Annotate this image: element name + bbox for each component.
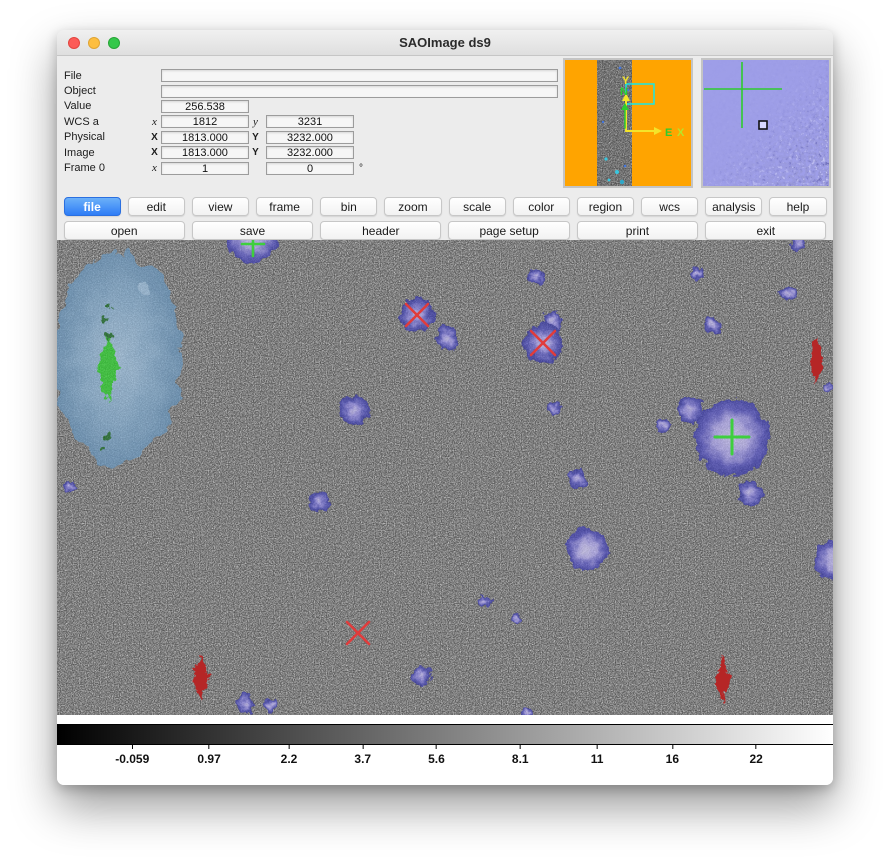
colorbar-tick: 16 (666, 745, 679, 766)
colorbar-gradient[interactable] (57, 724, 833, 745)
physical-x-field[interactable]: 1813.000 (161, 131, 249, 144)
maximize-button[interactable] (108, 37, 120, 49)
svg-text:N: N (620, 86, 628, 98)
colorbar-tick: 2.2 (281, 745, 298, 766)
noise-overlay (57, 240, 833, 715)
page-setup-button[interactable]: page setup (448, 221, 569, 240)
svg-text:X: X (677, 127, 685, 139)
menu-region[interactable]: region (577, 197, 634, 216)
colorbar-tick: 8.1 (512, 745, 529, 766)
frame-label: Frame 0 (60, 162, 148, 174)
wcs-label: WCS a (60, 116, 148, 128)
open-button[interactable]: open (64, 221, 185, 240)
header-button[interactable]: header (320, 221, 441, 240)
minimize-button[interactable] (88, 37, 100, 49)
svg-text:E: E (665, 127, 672, 139)
menu-file[interactable]: file (64, 197, 121, 216)
menu-view[interactable]: view (192, 197, 249, 216)
value-field[interactable]: 256.538 (161, 100, 249, 113)
value-label: Value (60, 100, 148, 112)
print-button[interactable]: print (577, 221, 698, 240)
magnifier-view[interactable] (703, 60, 829, 186)
menu-help[interactable]: help (769, 197, 826, 216)
menu-analysis[interactable]: analysis (705, 197, 762, 216)
info-panel: File Object Value 256.538 WCS a x 1812 y… (57, 56, 833, 192)
degree-symbol: ° (359, 163, 363, 174)
menu-color[interactable]: color (513, 197, 570, 216)
colorbar-tick: 3.7 (354, 745, 371, 766)
file-field[interactable] (161, 69, 558, 82)
wcs-x-field[interactable]: 1812 (161, 115, 249, 128)
physical-label: Physical (60, 131, 148, 143)
menu-bin[interactable]: bin (320, 197, 377, 216)
title-bar[interactable]: SAOImage ds9 (57, 30, 833, 56)
object-field[interactable] (161, 85, 558, 98)
ds9-window: SAOImage ds9 File Object Value 256.538 W… (57, 30, 833, 785)
frame-rotate-field[interactable]: 0 (266, 162, 354, 175)
magnifier-cursor-pixel (759, 121, 767, 129)
file-label: File (60, 70, 148, 82)
image-label: Image (60, 147, 148, 159)
wcs-y-field[interactable]: 3231 (266, 115, 354, 128)
image-y-field[interactable]: 3232.000 (266, 146, 354, 159)
image-x-field[interactable]: 1813.000 (161, 146, 249, 159)
image-canvas[interactable] (57, 240, 833, 715)
menu-wcs[interactable]: wcs (641, 197, 698, 216)
colorbar-tick: 22 (749, 745, 762, 766)
physical-y-field[interactable]: 3232.000 (266, 131, 354, 144)
file-submenu-row: open save header page setup print exit (60, 221, 830, 240)
colorbar-tick: 0.97 (197, 745, 220, 766)
window-title: SAOImage ds9 (399, 35, 491, 50)
magnifier[interactable] (701, 58, 831, 188)
frame-zoom-field[interactable]: 1 (161, 162, 249, 175)
panner[interactable]: Y N E X (563, 58, 693, 188)
close-button[interactable] (68, 37, 80, 49)
menu-edit[interactable]: edit (128, 197, 185, 216)
menu-scale[interactable]: scale (449, 197, 506, 216)
colorbar-tick: 11 (591, 745, 604, 766)
exit-button[interactable]: exit (705, 221, 826, 240)
menu-zoom[interactable]: zoom (384, 197, 441, 216)
panner-view[interactable]: Y N E X (565, 60, 691, 186)
colorbar-tick: 5.6 (428, 745, 445, 766)
object-label: Object (60, 85, 148, 97)
colorbar-panel: -0.059 0.97 2.2 3.7 5.6 8.1 11 16 22 (57, 715, 833, 785)
menu-bar: file edit view frame bin zoom scale colo… (57, 192, 833, 240)
save-button[interactable]: save (192, 221, 313, 240)
main-menu-row: file edit view frame bin zoom scale colo… (60, 197, 830, 216)
colorbar-tick: -0.059 (115, 745, 149, 766)
menu-frame[interactable]: frame (256, 197, 313, 216)
